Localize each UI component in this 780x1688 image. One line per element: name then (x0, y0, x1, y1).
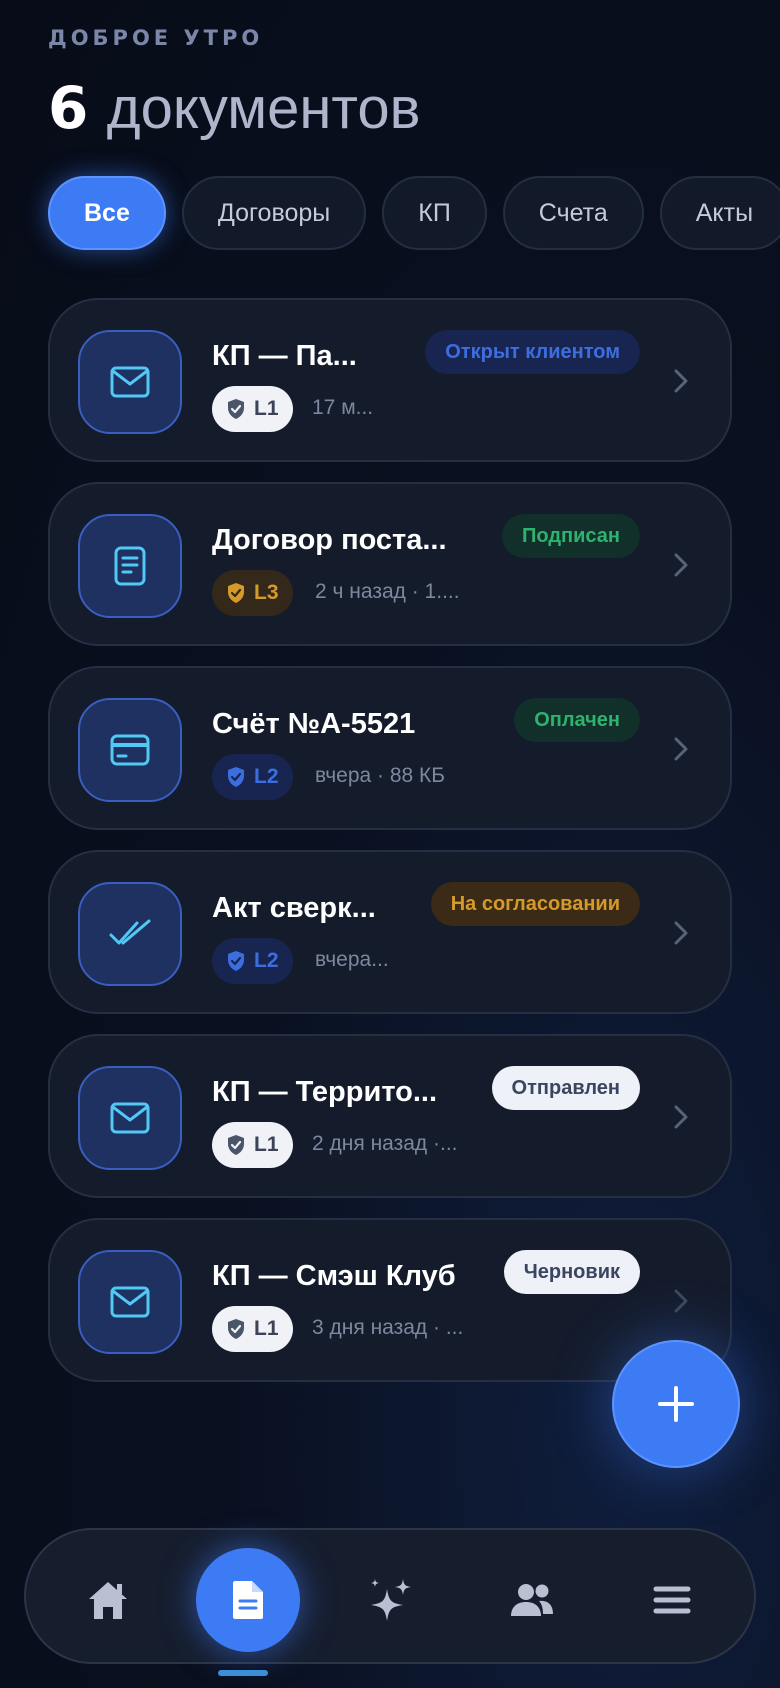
page-title: 6 документов (48, 72, 420, 145)
document-meta: 17 м... (312, 396, 374, 419)
security-level-label: L1 (254, 1133, 279, 1156)
document-card[interactable]: Акт сверк... На согласовании L2 вчера... (48, 850, 732, 1014)
document-type-tile (78, 514, 182, 618)
envelope-icon (110, 366, 150, 398)
document-meta: 2 ч назад · 1.... (315, 580, 460, 603)
chevron-right-icon (666, 916, 696, 950)
document-type-tile (78, 698, 182, 802)
document-card[interactable]: КП — Террито... Отправлен L1 2 дня назад… (48, 1034, 732, 1198)
security-level-badge: L1 (212, 1306, 293, 1352)
document-type-tile (78, 1250, 182, 1354)
plus-icon (658, 1386, 694, 1422)
home-icon (89, 1582, 127, 1619)
shield-check-icon (228, 1135, 244, 1155)
filter-chip-contracts[interactable]: Договоры (181, 176, 367, 250)
document-card[interactable]: КП — Смэш Клуб Черновик L1 3 дня назад ·… (48, 1218, 732, 1382)
chevron-right-icon (666, 732, 696, 766)
document-title: КП — Террито... (212, 1076, 438, 1108)
credit-card-icon (110, 734, 150, 766)
greeting: ДОБРОЕ УТРО (48, 26, 264, 50)
sparkles-icon (371, 1579, 411, 1621)
users-icon (511, 1584, 553, 1616)
document-title: Счёт №А-5521 (212, 708, 416, 740)
shield-check-icon (228, 399, 244, 419)
chevron-right-icon (666, 1284, 696, 1318)
filter-chips: Все Договоры КП Счета Акты (48, 176, 780, 250)
chevron-right-icon (666, 364, 696, 398)
security-level-label: L1 (254, 397, 279, 420)
envelope-icon (110, 1102, 150, 1134)
status-badge: Открыт клиентом (425, 330, 640, 374)
bottom-navigation (24, 1528, 756, 1664)
chevron-right-icon (666, 548, 696, 582)
chevron-right-icon (666, 1100, 696, 1134)
document-icon (114, 546, 146, 586)
status-badge: На согласовании (430, 882, 640, 926)
filter-chip-all[interactable]: Все (48, 176, 166, 250)
document-type-tile (78, 330, 182, 434)
security-level-badge: L1 (212, 386, 293, 432)
double-check-icon (109, 919, 151, 945)
security-level-label: L2 (254, 949, 279, 972)
nav-home[interactable] (56, 1548, 160, 1652)
shield-check-icon (228, 583, 244, 603)
shield-check-icon (228, 767, 244, 787)
active-tab-indicator (218, 1670, 268, 1676)
security-level-label: L1 (254, 1317, 279, 1340)
security-level-label: L2 (254, 765, 279, 788)
nav-contacts[interactable] (480, 1548, 584, 1652)
shield-check-icon (228, 1319, 244, 1339)
menu-icon (653, 1586, 691, 1614)
document-count-word: документов (106, 76, 421, 141)
document-meta: вчера · 88 КБ (315, 764, 446, 787)
status-badge: Черновик (503, 1250, 640, 1294)
nav-documents[interactable] (196, 1548, 300, 1652)
status-badge: Отправлен (491, 1066, 640, 1110)
security-level-badge: L2 (212, 754, 293, 800)
nav-ai-assistant[interactable] (338, 1548, 442, 1652)
document-meta: вчера... (315, 948, 389, 971)
security-level-badge: L1 (212, 1122, 293, 1168)
security-level-label: L3 (254, 581, 279, 604)
document-title: КП — Па... (212, 340, 357, 372)
nav-menu[interactable] (620, 1548, 724, 1652)
document-type-tile (78, 1066, 182, 1170)
envelope-icon (110, 1286, 150, 1318)
security-level-badge: L3 (212, 570, 293, 616)
document-title: Акт сверк... (212, 892, 376, 924)
document-count: 6 (48, 74, 89, 142)
filter-chip-kp[interactable]: КП (382, 176, 487, 250)
document-meta: 3 дня назад · ... (312, 1316, 464, 1339)
document-meta: 2 дня назад ·... (312, 1132, 458, 1155)
status-badge: Оплачен (514, 698, 640, 742)
document-card[interactable]: Договор поста... Подписан L3 2 ч назад ·… (48, 482, 732, 646)
document-card[interactable]: КП — Па... Открыт клиентом L1 17 м... (48, 298, 732, 462)
document-card[interactable]: Счёт №А-5521 Оплачен L2 вчера · 88 КБ (48, 666, 732, 830)
filter-chip-invoices[interactable]: Счета (502, 176, 644, 250)
security-level-badge: L2 (212, 938, 293, 984)
document-type-tile (78, 882, 182, 986)
document-title: КП — Смэш Клуб (212, 1260, 456, 1292)
document-title: Договор поста... (212, 524, 447, 556)
shield-check-icon (228, 951, 244, 971)
filter-chip-acts[interactable]: Акты (659, 176, 780, 250)
document-list: КП — Па... Открыт клиентом L1 17 м... До… (48, 298, 732, 1402)
add-document-button[interactable] (612, 1340, 740, 1468)
document-icon (233, 1581, 263, 1619)
status-badge: Подписан (502, 514, 640, 558)
